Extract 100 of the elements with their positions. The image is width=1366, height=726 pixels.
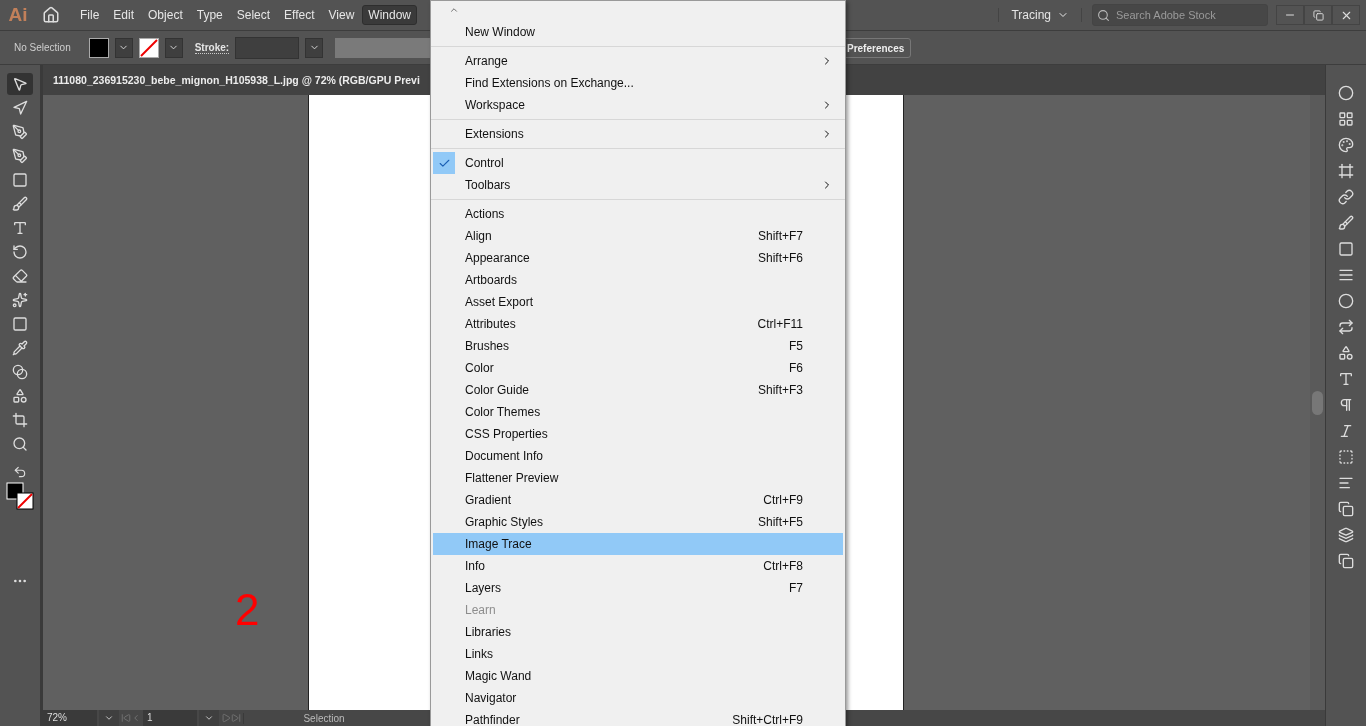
eyedropper-icon [12, 340, 28, 356]
menu-entry[interactable]: Control [433, 152, 843, 174]
arrow-icon [12, 100, 28, 116]
type-icon [12, 220, 28, 236]
app-logo: Ai [7, 4, 29, 26]
square-icon[interactable] [1338, 241, 1354, 257]
zoom-icon [12, 436, 28, 452]
menu-entry[interactable]: Artboards [433, 269, 843, 291]
minimize-button[interactable] [1276, 5, 1304, 25]
restore-icon [1312, 9, 1324, 21]
overlap-squares-icon[interactable] [1338, 501, 1354, 517]
menu-entry[interactable]: Flattener Preview [433, 467, 843, 489]
menu-entry[interactable]: Graphic Styles Shift+F5 [433, 511, 843, 533]
menu-entry[interactable]: Libraries [433, 621, 843, 643]
stroke-label[interactable]: Stroke: [194, 41, 230, 54]
menu-item[interactable]: View [322, 5, 361, 25]
brush-icon [12, 196, 28, 212]
frame-icon[interactable] [1338, 163, 1354, 179]
zoom-field[interactable]: 72% [43, 710, 97, 726]
rotate-icon [12, 244, 28, 260]
chevron-down-icon [104, 713, 114, 723]
circle-icon[interactable] [1338, 85, 1354, 101]
menu-entry[interactable]: Color Guide Shift+F3 [433, 379, 843, 401]
paragraph-icon[interactable] [1338, 397, 1354, 413]
workspace-switcher[interactable]: Tracing [998, 8, 1082, 22]
lines-icon[interactable] [1338, 267, 1354, 283]
menu-item[interactable]: File [74, 5, 106, 25]
italic-icon[interactable] [1338, 423, 1354, 439]
menu-entry[interactable]: Workspace [433, 94, 843, 116]
palette-icon[interactable] [1338, 137, 1354, 153]
rectangle-icon [12, 172, 28, 188]
stroke-swatch[interactable] [138, 37, 159, 58]
document-tab[interactable]: 111080_236915230_bebe_mignon_H105938_L.jpg @ 72% (RGB/GPU Previ [43, 74, 420, 86]
vertical-scrollbar[interactable] [1310, 95, 1325, 710]
link-icon[interactable] [1338, 189, 1354, 205]
tool-button[interactable] [7, 73, 33, 95]
menu-entry[interactable]: Align Shift+F7 [433, 225, 843, 247]
menu-entry[interactable]: Color Themes [433, 401, 843, 423]
blend-icon [12, 364, 28, 380]
restore-button[interactable] [1304, 5, 1332, 25]
sparkle-icon [12, 292, 28, 308]
menu-entry[interactable]: Layers F7 [433, 577, 843, 599]
selection-status: No Selection [14, 42, 71, 53]
menu-entry[interactable]: Asset Export [433, 291, 843, 313]
artboard-field[interactable]: 1 [143, 710, 197, 726]
menu-entry[interactable]: Color F6 [433, 357, 843, 379]
crop-icon [12, 412, 28, 428]
grid-icon[interactable] [1338, 111, 1354, 127]
menu-entry[interactable]: CSS Properties [433, 423, 843, 445]
shapes-icon [12, 388, 28, 404]
menu-entry[interactable]: Find Extensions on Exchange... [433, 72, 843, 94]
search-box[interactable]: Search Adobe Stock [1092, 4, 1268, 26]
search-field[interactable]: Search Adobe Stock [1114, 8, 1248, 22]
menu-item[interactable]: Window [362, 5, 418, 25]
menu-entry[interactable]: Info Ctrl+F8 [433, 555, 843, 577]
layers-icon[interactable] [1338, 527, 1354, 543]
current-tool-label[interactable]: Selection [243, 712, 404, 724]
home-icon[interactable] [42, 6, 60, 24]
eraser-icon [12, 268, 28, 284]
pen-icon [12, 148, 28, 164]
repeat-icon[interactable] [1338, 319, 1354, 335]
menu-entry[interactable]: Links [433, 643, 843, 665]
menu-entry[interactable]: Pathfinder Shift+Ctrl+F9 [433, 709, 843, 726]
menu-item[interactable]: Type [190, 5, 229, 25]
annotation-number: 2 [235, 585, 260, 635]
pen-icon [12, 124, 28, 140]
menu-entry[interactable]: Extensions [433, 123, 843, 145]
shapes-icon[interactable] [1338, 345, 1354, 361]
menu-entry[interactable]: Magic Wand [433, 665, 843, 687]
stroke-weight-dropdown[interactable] [305, 37, 324, 58]
menu-entry[interactable]: Attributes Ctrl+F11 [433, 313, 843, 335]
menu-entry[interactable]: Toolbars [433, 174, 843, 196]
dashed-box-icon[interactable] [1338, 449, 1354, 465]
menu-entry[interactable]: Navigator [433, 687, 843, 709]
menu-item[interactable]: Effect [278, 5, 321, 25]
menu-entry[interactable]: Document Info [433, 445, 843, 467]
stroke-dropdown[interactable] [164, 37, 183, 58]
fill-swatch[interactable] [88, 37, 109, 58]
align-left-icon[interactable] [1338, 475, 1354, 491]
menu-item[interactable]: Select [230, 5, 277, 25]
menu-item[interactable]: Edit [107, 5, 141, 25]
swap-icon[interactable] [13, 465, 27, 479]
menu-entry[interactable]: Brushes F5 [433, 335, 843, 357]
fill-stroke-icon[interactable] [5, 481, 35, 511]
stroke-weight-field[interactable] [235, 36, 300, 59]
menu-entry[interactable]: Actions [433, 203, 843, 225]
close-button[interactable] [1332, 5, 1360, 25]
overlap-squares-icon[interactable] [1338, 553, 1354, 569]
menu-item[interactable]: Object [142, 5, 189, 25]
menu-entry[interactable]: Image Trace [433, 533, 843, 555]
brush-icon[interactable] [1338, 215, 1354, 231]
fill-dropdown[interactable] [114, 37, 133, 58]
menu-entry[interactable]: Gradient Ctrl+F9 [433, 489, 843, 511]
chevron-down-icon [204, 713, 214, 723]
pointer-icon [12, 76, 28, 92]
circle-icon[interactable] [1338, 293, 1354, 309]
menu-entry[interactable]: Appearance Shift+F6 [433, 247, 843, 269]
type-icon[interactable] [1338, 371, 1354, 387]
search-icon [1097, 8, 1110, 22]
square-icon [12, 316, 28, 332]
